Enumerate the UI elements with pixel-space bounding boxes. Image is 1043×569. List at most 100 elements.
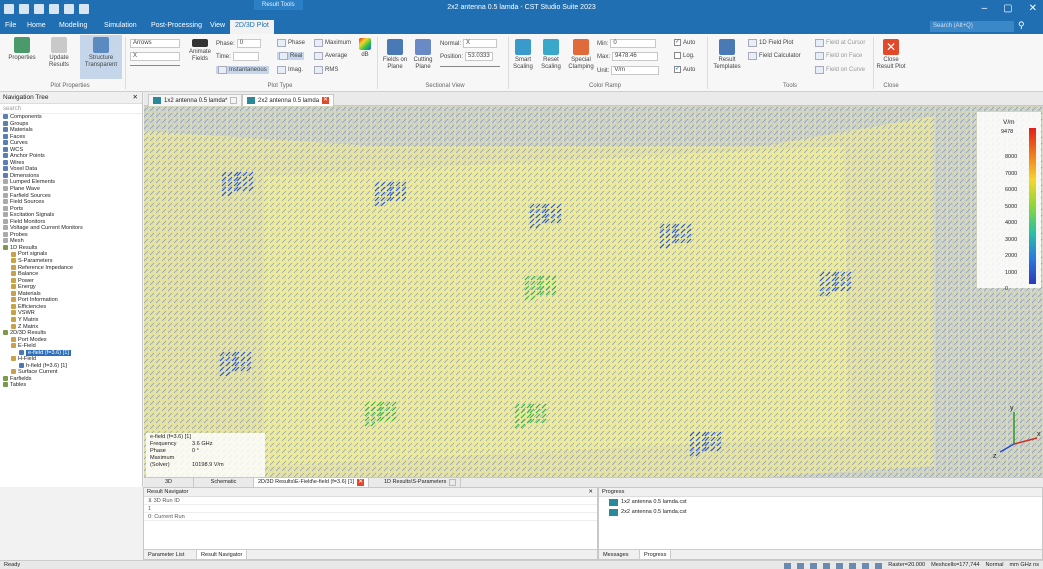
view-icon[interactable] [810,562,818,569]
arrows-value-dropdown[interactable]: X [130,52,180,61]
tree-item-label: H-Field [18,356,37,363]
view-tab-schematic[interactable]: Schematic [194,478,254,487]
reset-scaling-button[interactable]: Reset Scaling [540,39,562,71]
properties-button[interactable]: Properties [4,37,40,62]
position-slider[interactable] [440,66,500,67]
structure-transparent-button[interactable]: Structure Transparent [80,35,122,79]
progress-item[interactable]: 2x2 antenna 0.5 lamda.cst [599,507,1042,517]
tree-item-label: Lumped Elements [10,179,56,186]
maximum-button[interactable]: Maximum [314,39,351,47]
doc-tab-1x2[interactable]: 1x2 antenna 0.5 lamda* [148,94,243,106]
field-on-curve-button[interactable]: Field on Curve [815,66,865,74]
tree-item-label: Anchor Points [10,153,45,160]
units-status[interactable]: mm GHz ns [1009,561,1039,569]
1d-field-plot-button[interactable]: 1D Field Plot [748,39,793,47]
tab-home[interactable]: Home [27,22,46,29]
view-icon[interactable] [862,562,870,569]
normal-dropdown[interactable]: X [463,39,498,48]
position-input[interactable]: 53.0333 [465,52,494,61]
tab-progress[interactable]: Progress [639,550,672,560]
doc-tab-2x2[interactable]: 2x2 antenna 0.5 lamda ✕ [242,94,335,106]
tree-item-label: VSWR [18,310,35,317]
view-tab-efield[interactable]: 2D/3D Results\E-Field\e-field (f=3.6) [1… [254,478,370,487]
tree-item-label: Materials [10,127,33,134]
tab-file[interactable]: File [5,22,16,29]
imag-button[interactable]: Imag. [277,66,303,74]
tab-messages[interactable]: Messages [599,550,633,560]
view-icon[interactable] [836,562,844,569]
auto-min-checkbox[interactable]: ✓ Auto [674,39,695,46]
tab-2d3d-plot[interactable]: 2D/3D Plot [230,20,274,34]
close-panel-icon[interactable]: ✕ [133,92,138,104]
filter-row[interactable]: ⊻ 3D Run ID [144,497,597,505]
tab-result-navigator[interactable]: Result Navigator [196,550,248,560]
view-icon[interactable] [823,562,831,569]
close-window-button[interactable]: ✕ [1029,3,1037,14]
result-templates-button[interactable]: Result Templates [710,39,744,71]
arrows-dropdown[interactable]: Arrows [130,39,180,48]
search-input[interactable]: Search (Alt+Q) [930,21,1014,32]
minimize-button[interactable]: – [982,3,988,14]
view-tab-sparams[interactable]: 1D Results\S-Parameters [380,478,462,487]
tree-item-label: Ports [10,205,24,212]
close-tab-icon[interactable] [230,97,238,104]
min-input[interactable]: 0 [610,39,657,48]
arrow-density-slider[interactable] [130,65,180,66]
time-input[interactable] [232,52,259,61]
3d-viewport[interactable]: y x z V/m 9478 8000 7000 6000 5000 4000 3000 2… [144,106,1043,477]
tab-simulation[interactable]: Simulation [104,22,137,29]
normal-label: Normal: [440,40,462,47]
view-icon[interactable] [875,562,883,569]
auto-max-checkbox[interactable]: ✓ Auto [674,66,695,73]
tab-parameter-list[interactable]: Parameter List [144,550,188,560]
normal-status[interactable]: Normal [985,561,1003,569]
view-icon[interactable] [784,562,792,569]
field-at-cursor-button[interactable]: Field at Cursor [815,39,865,47]
tree-item[interactable]: Tables [0,382,142,389]
rms-button[interactable]: RMS [314,66,338,74]
instantaneous-button[interactable]: Instantaneous [216,66,269,74]
project-icon [609,498,618,506]
fields-on-plane-button[interactable]: Fields on Plane [381,39,409,71]
log-checkbox[interactable]: Log. [674,52,695,59]
close-tab-icon[interactable]: ✕ [322,97,330,104]
average-button[interactable]: Average [314,52,347,60]
progress-item[interactable]: 1x2 antenna 0.5 lamda.cst [599,497,1042,507]
tab-post-processing[interactable]: Post-Processing [151,22,202,29]
filter-icon[interactable]: ⊻ [148,498,152,504]
status-bar: Ready Raster=20.000 Meshcells=177,744 No… [0,560,1043,569]
view-icon[interactable] [849,562,857,569]
view-tab-3d[interactable]: 3D [144,478,194,487]
close-result-plot-button[interactable]: ✕ Close Result Plot [876,39,906,71]
tab-view[interactable]: View [210,22,225,29]
phase-button[interactable]: Phase [277,39,305,47]
tree-item-label: Surface Current [18,369,58,376]
field-calculator-button[interactable]: Field Calculator [748,52,801,60]
close-tab-icon[interactable] [449,479,457,486]
phase-input[interactable]: 0 [236,39,261,48]
view-icon[interactable] [797,562,805,569]
cutting-plane-button[interactable]: Cutting Plane [410,39,436,71]
close-panel-icon[interactable]: ✕ [588,488,593,497]
table-row[interactable]: 1 [144,505,597,513]
max-input[interactable]: 9478.46 [612,52,659,61]
unit-dropdown[interactable]: V/m [611,66,660,75]
tree-node-icon [11,369,16,375]
ribbon-tab-bar: File Home Modeling Simulation Post-Proce… [0,19,1043,34]
search-icon[interactable]: ⚲ [1018,20,1025,31]
field-on-face-button[interactable]: Field on Face [815,52,862,60]
tree-search-input[interactable]: search [0,104,142,114]
maximize-button[interactable]: ▢ [1003,3,1012,14]
table-row[interactable]: 0: Current Run [144,513,597,521]
progress-title: Progress [599,488,1042,497]
real-button[interactable]: Real [277,52,305,60]
special-clamping-button[interactable]: Special Clamping [566,39,596,71]
navigation-tree-header: Navigation Tree ✕ [0,92,142,104]
animate-fields-button[interactable]: Animate Fields [186,39,214,63]
update-results-button[interactable]: Update Results [44,37,74,69]
tab-modeling[interactable]: Modeling [59,22,87,29]
db-button[interactable]: dB [358,38,372,59]
close-group-label: Close [883,83,899,89]
smart-scaling-button[interactable]: Smart Scaling [512,39,534,71]
close-tab-icon[interactable]: ✕ [357,479,365,486]
